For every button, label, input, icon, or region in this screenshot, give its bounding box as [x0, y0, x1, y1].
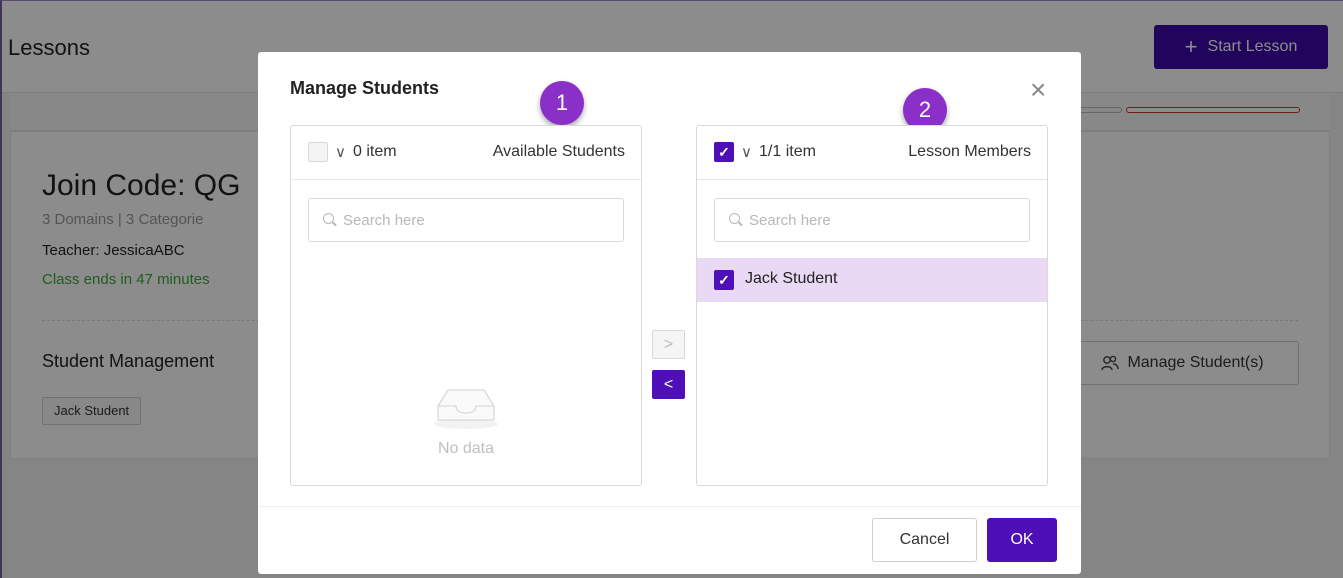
empty-text: No data — [437, 440, 495, 457]
manage-students-modal: Manage Students × 1 2 ∨ 0 item Available… — [258, 52, 1081, 574]
search-icon — [729, 213, 743, 227]
modal-footer-divider — [258, 506, 1081, 507]
cancel-button[interactable]: Cancel — [872, 518, 977, 562]
panel-header: ∨ 0 item Available Students — [291, 126, 641, 180]
search-icon — [323, 213, 337, 227]
chevron-down-icon[interactable]: ∨ — [741, 143, 752, 161]
select-all-checkbox[interactable]: ✓ — [714, 142, 734, 162]
modal-title: Manage Students — [290, 78, 440, 98]
lesson-members-panel: ✓ ∨ 1/1 item Lesson Members Search here … — [696, 125, 1048, 486]
item-count: 1/1 item — [759, 143, 816, 160]
list-item[interactable]: ✓ Jack Student — [697, 258, 1047, 302]
search-placeholder: Search here — [749, 211, 831, 229]
step-badge-1: 1 — [540, 81, 584, 125]
panel-title: Available Students — [492, 143, 625, 160]
move-left-button[interactable]: < — [652, 370, 685, 399]
check-icon: ✓ — [718, 272, 730, 288]
empty-state: No data — [291, 384, 641, 458]
member-checkbox[interactable]: ✓ — [714, 270, 734, 290]
chevron-left-icon: < — [663, 375, 674, 393]
panel-title: Lesson Members — [908, 143, 1031, 160]
available-students-panel: ∨ 0 item Available Students Search here … — [290, 125, 642, 486]
search-input[interactable]: Search here — [714, 198, 1030, 242]
item-count: 0 item — [353, 143, 397, 160]
search-placeholder: Search here — [343, 211, 425, 229]
empty-inbox-icon — [434, 389, 498, 429]
close-icon[interactable]: × — [1030, 76, 1046, 104]
chevron-right-icon: > — [663, 335, 674, 353]
select-all-checkbox[interactable] — [308, 142, 328, 162]
check-icon: ✓ — [718, 144, 730, 160]
panel-header: ✓ ∨ 1/1 item Lesson Members — [697, 126, 1047, 180]
ok-button[interactable]: OK — [987, 518, 1057, 562]
chevron-down-icon[interactable]: ∨ — [335, 143, 346, 161]
search-input[interactable]: Search here — [308, 198, 624, 242]
member-name: Jack Student — [745, 270, 838, 287]
move-right-button[interactable]: > — [652, 330, 685, 359]
